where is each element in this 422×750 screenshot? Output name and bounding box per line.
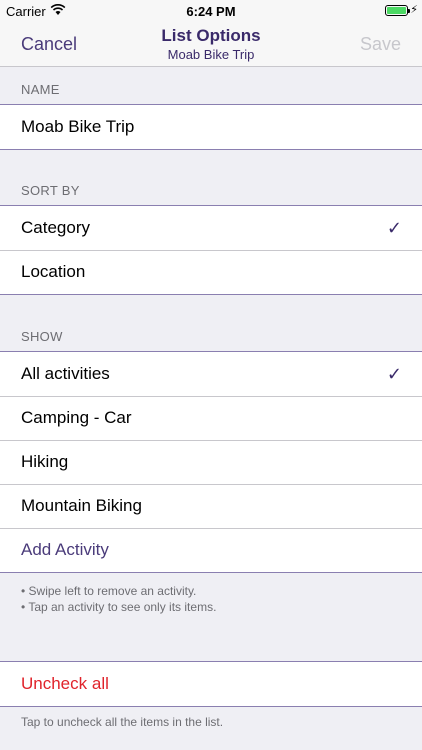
show-option-label: Camping - Car xyxy=(21,408,132,427)
show-option-hiking[interactable]: Hiking xyxy=(0,440,422,484)
page-title: List Options xyxy=(161,26,261,45)
checkmark-icon: ✓ xyxy=(386,218,402,238)
note-line: • Tap an activity to see only its items. xyxy=(21,600,217,614)
show-option-all-activities[interactable]: All activities ✓ xyxy=(0,352,422,396)
sort-section-header: SORT BY xyxy=(21,183,80,198)
navigation-bar: Cancel List Options Moab Bike Trip Save xyxy=(0,22,422,67)
show-section-note: • Swipe left to remove an activity. • Ta… xyxy=(21,583,216,615)
add-activity-button[interactable]: Add Activity xyxy=(0,528,422,572)
nav-titles: List Options Moab Bike Trip xyxy=(0,26,422,62)
uncheck-note: Tap to uncheck all the items in the list… xyxy=(21,715,224,729)
sort-option-category[interactable]: Category ✓ xyxy=(0,206,422,250)
sort-option-location[interactable]: Location xyxy=(0,250,422,294)
status-time: 6:24 PM xyxy=(186,4,236,19)
checkmark-icon: ✓ xyxy=(386,364,402,384)
page-subtitle: Moab Bike Trip xyxy=(167,47,255,62)
sort-option-label: Location xyxy=(21,262,86,281)
name-field[interactable]: Moab Bike Trip xyxy=(0,105,422,149)
uncheck-group: Uncheck all xyxy=(0,661,422,707)
status-bar: Carrier 6:24 PM ⚡ xyxy=(0,0,422,22)
note-line: • Swipe left to remove an activity. xyxy=(21,584,197,598)
show-option-mountain-biking[interactable]: Mountain Biking xyxy=(0,484,422,528)
show-group: All activities ✓ Camping - Car Hiking Mo… xyxy=(0,351,422,573)
show-option-camping-car[interactable]: Camping - Car xyxy=(0,396,422,440)
uncheck-all-button[interactable]: Uncheck all xyxy=(0,662,422,706)
save-button[interactable]: Save xyxy=(360,34,401,55)
show-option-label: Mountain Biking xyxy=(21,496,142,515)
sort-group: Category ✓ Location xyxy=(0,205,422,295)
battery-icon xyxy=(385,5,410,16)
show-option-label: All activities xyxy=(21,364,110,383)
name-group: Moab Bike Trip xyxy=(0,104,422,150)
sort-option-label: Category xyxy=(21,218,90,237)
show-option-label: Hiking xyxy=(21,452,69,471)
charging-icon: ⚡ xyxy=(410,4,418,16)
show-section-header: SHOW xyxy=(21,329,63,344)
name-section-header: NAME xyxy=(21,82,60,97)
